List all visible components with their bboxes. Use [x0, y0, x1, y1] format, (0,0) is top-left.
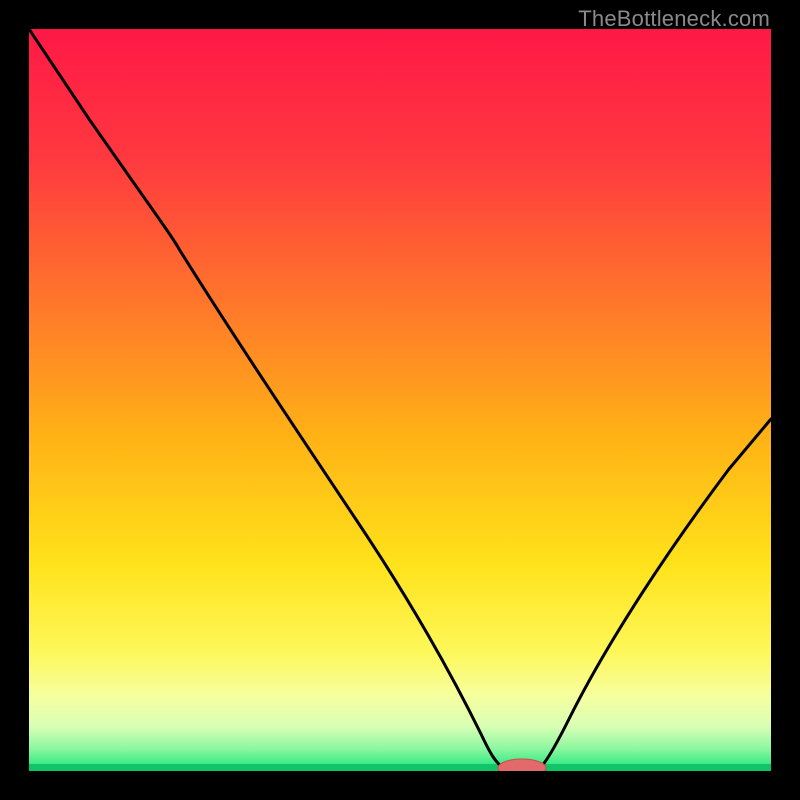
watermark-text: TheBottleneck.com [578, 6, 770, 32]
plot-svg [29, 29, 771, 771]
baseline-strip [29, 764, 771, 771]
gradient-background [29, 29, 771, 771]
chart-frame: TheBottleneck.com [0, 0, 800, 800]
plot-area [29, 29, 771, 771]
